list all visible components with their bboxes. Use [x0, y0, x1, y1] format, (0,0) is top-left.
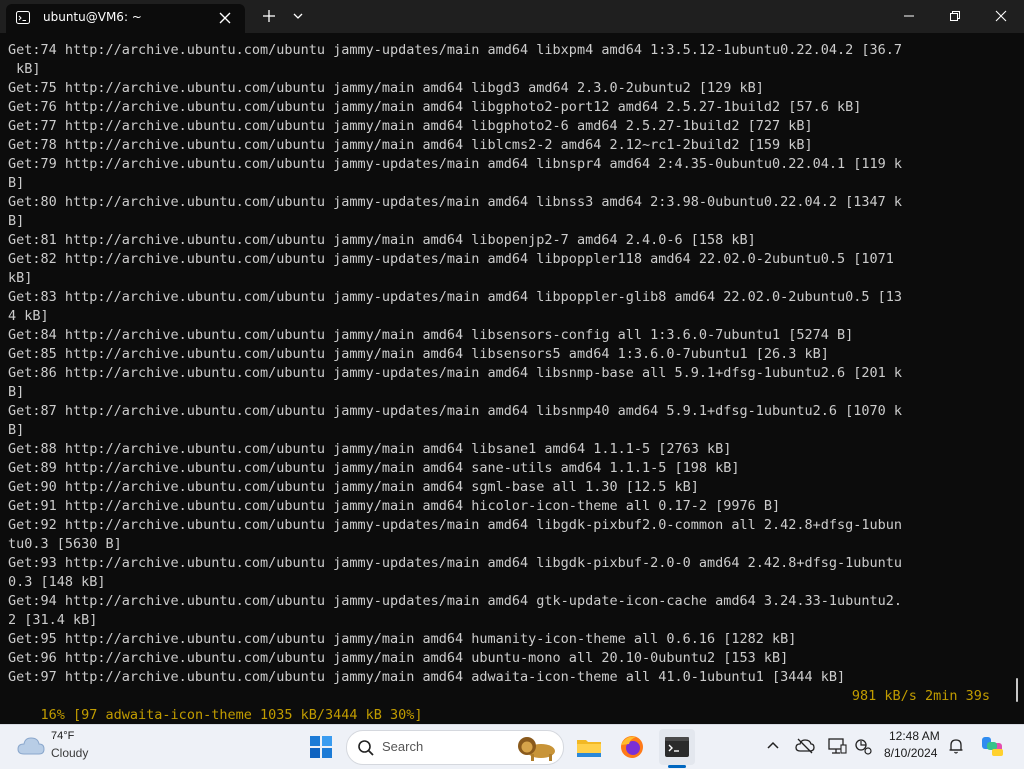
- terminal-line: B]: [8, 213, 25, 229]
- cloud-offline-icon[interactable]: [795, 736, 815, 756]
- terminal-line: Get:74 http://archive.ubuntu.com/ubuntu …: [8, 42, 903, 58]
- terminal-lines: Get:74 http://archive.ubuntu.com/ubuntu …: [8, 41, 1002, 687]
- file-explorer-button[interactable]: [571, 729, 607, 765]
- tab-close-icon[interactable]: [216, 9, 234, 27]
- plus-icon[interactable]: [260, 7, 278, 25]
- search-icon: [358, 740, 374, 756]
- terminal-line: Get:83 http://archive.ubuntu.com/ubuntu …: [8, 289, 903, 305]
- taskbar-search[interactable]: Search: [346, 730, 564, 765]
- network-icon[interactable]: [827, 736, 847, 756]
- terminal-line: Get:76 http://archive.ubuntu.com/ubuntu …: [8, 99, 862, 115]
- start-icon: [310, 736, 332, 758]
- tab-title: ubuntu@VM6: ~: [43, 10, 142, 24]
- terminal-line: Get:95 http://archive.ubuntu.com/ubuntu …: [8, 631, 797, 647]
- chevron-down-icon[interactable]: [290, 8, 306, 24]
- terminal-line: B]: [8, 384, 25, 400]
- title-bar: ubuntu@VM6: ~: [0, 0, 1024, 33]
- minimize-button[interactable]: [886, 0, 932, 32]
- close-window-button[interactable]: [978, 0, 1024, 32]
- terminal-line: B]: [8, 175, 25, 191]
- copilot-icon[interactable]: [980, 734, 1004, 758]
- terminal-line: B]: [8, 422, 25, 438]
- terminal-line: Get:75 http://archive.ubuntu.com/ubuntu …: [8, 80, 764, 96]
- clock-date: 8/10/2024: [884, 746, 938, 760]
- terminal-line: kB]: [8, 61, 41, 77]
- terminal-line: Get:84 http://archive.ubuntu.com/ubuntu …: [8, 327, 854, 343]
- terminal-line: Get:85 http://archive.ubuntu.com/ubuntu …: [8, 346, 829, 362]
- lion-highlight-icon: [518, 737, 555, 761]
- terminal-app-button[interactable]: [659, 729, 695, 765]
- terminal-line: Get:89 http://archive.ubuntu.com/ubuntu …: [8, 460, 740, 476]
- tab-ubuntu[interactable]: ubuntu@VM6: ~: [6, 4, 245, 33]
- terminal-line: Get:93 http://archive.ubuntu.com/ubuntu …: [8, 555, 903, 571]
- weather-temp: 74°F: [51, 730, 75, 742]
- terminal-line: Get:77 http://archive.ubuntu.com/ubuntu …: [8, 118, 813, 134]
- apt-progress-status: 16% [97 adwaita-icon-theme 1035 kB/3444 …: [8, 687, 990, 723]
- terminal-line: Get:90 http://archive.ubuntu.com/ubuntu …: [8, 479, 699, 495]
- terminal-line: 4 kB]: [8, 308, 49, 324]
- maximize-button[interactable]: [932, 0, 978, 32]
- scrollbar[interactable]: [1016, 678, 1018, 702]
- terminal-line: Get:88 http://archive.ubuntu.com/ubuntu …: [8, 441, 732, 457]
- terminal-line: Get:91 http://archive.ubuntu.com/ubuntu …: [8, 498, 781, 514]
- terminal-output[interactable]: Get:74 http://archive.ubuntu.com/ubuntu …: [0, 33, 1024, 724]
- close-icon: [995, 10, 1007, 22]
- terminal-line: Get:79 http://archive.ubuntu.com/ubuntu …: [8, 156, 903, 172]
- terminal-line: Get:86 http://archive.ubuntu.com/ubuntu …: [8, 365, 903, 381]
- clock-time: 12:48 AM: [889, 729, 940, 743]
- terminal-line: Get:97 http://archive.ubuntu.com/ubuntu …: [8, 669, 846, 685]
- terminal-line: Get:80 http://archive.ubuntu.com/ubuntu …: [8, 194, 903, 210]
- start-button[interactable]: [303, 729, 339, 765]
- cloud-icon: [17, 737, 45, 755]
- terminal-line: Get:81 http://archive.ubuntu.com/ubuntu …: [8, 232, 756, 248]
- terminal-line: 0.3 [148 kB]: [8, 574, 106, 590]
- terminal-line: Get:87 http://archive.ubuntu.com/ubuntu …: [8, 403, 903, 419]
- firefox-icon: [621, 736, 643, 758]
- chevron-up-icon[interactable]: [763, 736, 783, 756]
- terminal-line: 2 [31.4 kB]: [8, 612, 98, 628]
- firefox-button[interactable]: [614, 729, 650, 765]
- search-label: Search: [382, 739, 424, 754]
- terminal-icon: [665, 737, 689, 757]
- progress-right: 981 kB/s 2min 39s: [851, 688, 990, 704]
- taskbar: 74°F Cloudy Search 12:48 AM 8/10/2024: [0, 724, 1024, 769]
- maximize-icon: [950, 11, 960, 21]
- terminal-line: Get:92 http://archive.ubuntu.com/ubuntu …: [8, 517, 903, 533]
- weather-condition: Cloudy: [51, 746, 89, 760]
- terminal-line: Get:96 http://archive.ubuntu.com/ubuntu …: [8, 650, 789, 666]
- file-explorer-icon: [577, 740, 601, 757]
- progress-left: 16% [97 adwaita-icon-theme 1035 kB/3444 …: [40, 707, 423, 723]
- terminal-line: Get:82 http://archive.ubuntu.com/ubuntu …: [8, 251, 894, 267]
- sync-icon[interactable]: [853, 736, 873, 756]
- terminal-line: Get:78 http://archive.ubuntu.com/ubuntu …: [8, 137, 813, 153]
- terminal-icon: [16, 11, 30, 24]
- minimize-icon: [904, 15, 914, 17]
- terminal-line: tu0.3 [5630 B]: [8, 536, 122, 552]
- terminal-line: kB]: [8, 270, 33, 286]
- bell-icon[interactable]: [946, 736, 966, 756]
- terminal-line: Get:94 http://archive.ubuntu.com/ubuntu …: [8, 593, 903, 609]
